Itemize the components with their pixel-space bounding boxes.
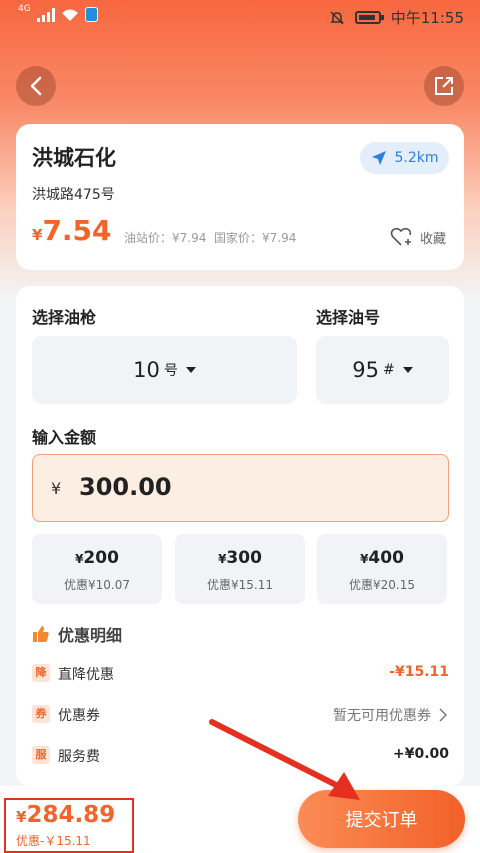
service-fee-value: +¥0.00 — [392, 746, 449, 762]
amount-section-title: 输入金额 — [32, 428, 97, 447]
amount-value: 300.00 — [79, 473, 172, 501]
signal-icon — [36, 7, 55, 22]
shield-icon — [84, 7, 98, 22]
back-button[interactable] — [16, 66, 56, 106]
service-fee-tag: 服 — [32, 746, 50, 764]
station-address: 洪城路475号 — [32, 187, 115, 203]
quick-amount-discount: 优惠¥15.11 — [207, 578, 273, 592]
mute-bell-icon — [329, 10, 344, 25]
thumbs-up-icon — [33, 626, 49, 642]
station-price: 油站价：¥7.94 — [124, 231, 207, 245]
submit-order-button[interactable]: 提交订单 — [298, 790, 465, 848]
wifi-icon — [61, 9, 78, 21]
gun-value: 10 — [133, 358, 160, 382]
reference-prices: 油站价：¥7.94 国家价：¥7.94 — [124, 229, 296, 246]
gun-select[interactable]: 10 号 — [32, 336, 297, 404]
coupon-value: 暂无可用优惠券 — [333, 708, 431, 724]
network-type: 4G — [18, 3, 31, 14]
quick-amount-option[interactable]: ¥300 优惠¥15.11 — [175, 534, 305, 604]
quick-amount-option[interactable]: ¥400 优惠¥20.15 — [317, 534, 447, 604]
coupon-row[interactable]: 券 优惠券 暂无可用优惠券 — [32, 705, 449, 729]
total-price: ¥284.89 — [16, 802, 116, 828]
gun-suffix: 号 — [163, 363, 178, 379]
favorite-label: 收藏 — [420, 231, 447, 247]
quick-amount-option[interactable]: ¥200 优惠¥10.07 — [32, 534, 162, 604]
amount-input[interactable]: ¥ 300.00 — [32, 454, 449, 522]
direct-discount-value: -¥15.11 — [389, 664, 449, 680]
battery-icon — [354, 11, 384, 24]
quick-amount-discount: 优惠¥20.15 — [349, 578, 415, 592]
current-price: ¥7.54 — [32, 214, 112, 247]
direct-discount-tag: 降 — [32, 664, 50, 682]
discount-detail-title: 优惠明细 — [32, 622, 122, 646]
gun-section-title: 选择油枪 — [32, 308, 97, 327]
oil-section-title: 选择油号 — [316, 308, 381, 327]
service-fee-row: 服 服务费 +¥0.00 — [32, 746, 449, 770]
national-price: 国家价：¥7.94 — [214, 231, 297, 245]
bottom-bar: ¥284.89 优惠-￥15.11 提交订单 — [0, 786, 480, 853]
oil-value: 95 — [352, 358, 379, 382]
chevron-left-icon — [30, 76, 42, 96]
coupon-tag: 券 — [32, 705, 50, 723]
favorite-button[interactable]: 收藏 — [390, 226, 446, 248]
amount-currency: ¥ — [51, 479, 62, 498]
status-bar: 4G 中午11:55 — [0, 0, 480, 34]
caret-down-icon — [185, 367, 196, 373]
heart-plus-icon — [390, 227, 412, 246]
total-discount: 优惠-￥15.11 — [16, 834, 91, 848]
discount-row-direct: 降 直降优惠 -¥15.11 — [32, 664, 449, 688]
caret-down-icon — [402, 367, 413, 373]
order-form-card: 选择油枪 选择油号 10 号 95 # 输入金额 ¥ 300.00 ¥200 优惠¥… — [16, 286, 464, 786]
status-time: 中午11:55 — [390, 9, 464, 27]
share-icon — [435, 77, 453, 95]
oil-suffix: # — [383, 362, 395, 378]
oil-select[interactable]: 95 # — [316, 336, 449, 404]
distance-value: 5.2km — [394, 150, 439, 166]
navigation-arrow-icon — [372, 151, 387, 165]
station-name: 洪城石化 — [32, 146, 116, 170]
share-button[interactable] — [424, 66, 464, 106]
chevron-right-icon — [439, 708, 447, 722]
distance-badge[interactable]: 5.2km — [360, 142, 449, 174]
station-card: 洪城石化 洪城路475号 5.2km ¥7.54 油站价：¥7.94 国家价：¥… — [16, 124, 464, 270]
quick-amount-discount: 优惠¥10.07 — [64, 578, 130, 592]
total-price-box: ¥284.89 优惠-￥15.11 — [4, 798, 134, 853]
